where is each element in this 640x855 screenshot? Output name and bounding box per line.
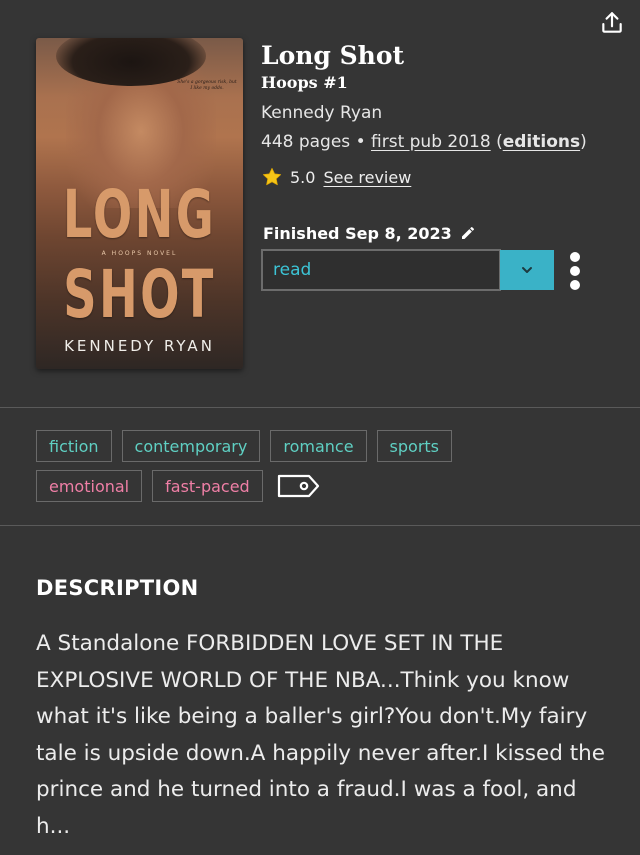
book-series[interactable]: Hoops #1	[261, 72, 630, 94]
book-author[interactable]: Kennedy Ryan	[261, 101, 630, 125]
page-count: 448 pages	[261, 132, 351, 152]
editions-link[interactable]: editions	[503, 132, 580, 152]
rating-row: 5.0 See review	[261, 166, 630, 188]
star-icon	[262, 167, 282, 186]
divider	[0, 407, 640, 408]
tag-mood[interactable]: fast-paced	[152, 470, 263, 502]
share-upload-icon	[602, 12, 622, 33]
status-dropdown-button[interactable]	[500, 250, 554, 290]
divider	[0, 525, 640, 526]
kebab-dot-icon	[570, 280, 580, 290]
tags-section: fiction contemporary romance sports emot…	[36, 430, 616, 510]
tag-genre[interactable]: sports	[376, 430, 452, 462]
book-info: Long Shot Hoops #1 Kennedy Ryan 448 page…	[261, 40, 630, 188]
cover-title-line1: LONG	[62, 176, 217, 253]
editions-open-paren: (	[496, 132, 503, 152]
book-title: Long Shot	[261, 41, 405, 70]
tag-row-moods: emotional fast-paced	[36, 470, 616, 502]
kebab-dot-icon	[570, 252, 580, 262]
add-tag-button[interactable]	[277, 470, 321, 502]
cover-quote: She's a gorgeous risk, but I like my odd…	[177, 80, 237, 91]
see-review-link[interactable]: See review	[323, 168, 411, 187]
first-pub-link[interactable]: first pub 2018	[371, 132, 491, 152]
tag-genre[interactable]: romance	[270, 430, 367, 462]
book-meta: 448 pages • first pub 2018 (editions)	[261, 130, 630, 154]
tag-mood[interactable]: emotional	[36, 470, 143, 502]
chevron-down-icon	[522, 267, 532, 273]
meta-separator: •	[355, 132, 366, 152]
tag-icon	[277, 474, 319, 498]
share-button[interactable]	[598, 9, 626, 37]
tag-genre[interactable]: fiction	[36, 430, 112, 462]
description-text[interactable]: A Standalone FORBIDDEN LOVE SET IN THE E…	[36, 626, 616, 845]
more-options-button[interactable]	[565, 252, 585, 290]
finished-date: Finished Sep 8, 2023	[263, 222, 476, 244]
cover-author: KENNEDY RYAN	[64, 337, 215, 355]
kebab-dot-icon	[570, 266, 580, 276]
description-heading: DESCRIPTION	[36, 576, 199, 600]
book-cover[interactable]: She's a gorgeous risk, but I like my odd…	[36, 38, 243, 369]
rating-value: 5.0	[290, 167, 316, 187]
pencil-edit-icon[interactable]	[460, 225, 476, 241]
tag-genre[interactable]: contemporary	[121, 430, 261, 462]
editions-close-paren: )	[580, 132, 587, 152]
tag-row-genres: fiction contemporary romance sports	[36, 430, 616, 462]
cover-title-line2: SHOT	[63, 256, 216, 333]
finished-label: Finished Sep 8, 2023	[263, 223, 452, 243]
reading-status-select[interactable]: read	[261, 249, 501, 291]
